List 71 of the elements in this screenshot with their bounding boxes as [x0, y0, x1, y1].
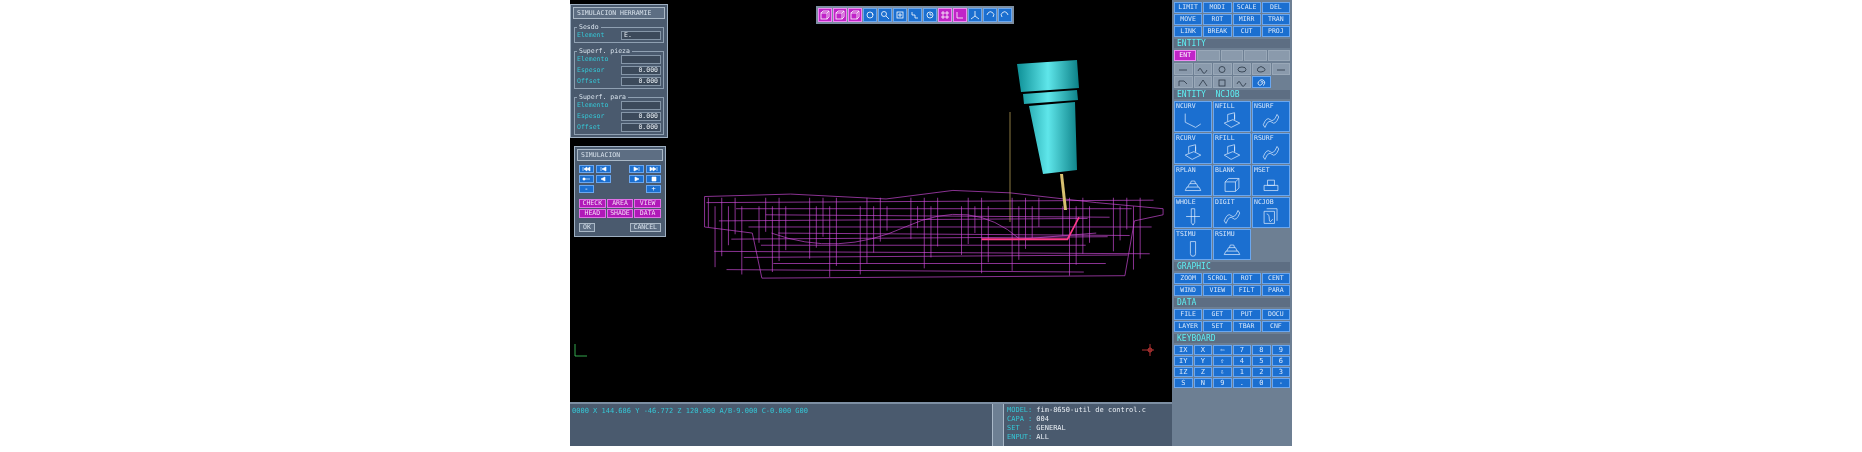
- transport-button[interactable]: [646, 175, 661, 183]
- transport-button[interactable]: [579, 175, 594, 183]
- section-header: ENTITY: [1174, 39, 1290, 48]
- entity-type-button[interactable]: [1252, 76, 1271, 88]
- section-header: GRAPHIC: [1174, 262, 1290, 271]
- skip-back-icon: [581, 166, 591, 172]
- entity-type-button[interactable]: [1213, 76, 1232, 88]
- toolbar-button[interactable]: [908, 8, 922, 22]
- section-header: KEYBOARD: [1174, 334, 1290, 343]
- toolbar-button[interactable]: [833, 8, 847, 22]
- scrollbar[interactable]: [992, 404, 1004, 446]
- entity-type-button[interactable]: [1271, 63, 1290, 75]
- entity-type-button[interactable]: [1193, 76, 1212, 88]
- spiral-icon: [1255, 77, 1268, 87]
- rotate-icon: [865, 10, 875, 20]
- ellipse-icon: [1235, 64, 1248, 74]
- axes-icon: [970, 10, 980, 20]
- toolbar-button[interactable]: [998, 8, 1012, 22]
- square-icon: [1216, 77, 1229, 87]
- stop-icon: [649, 176, 659, 182]
- entity-type-button[interactable]: [1232, 76, 1251, 88]
- toolbar-button[interactable]: [818, 8, 832, 22]
- toolbar-button[interactable]: [848, 8, 862, 22]
- pan-icon: [910, 10, 920, 20]
- cube-icon: [835, 10, 845, 20]
- refresh-icon: [925, 10, 935, 20]
- play-icon: [632, 176, 642, 182]
- reverse-icon: [598, 176, 608, 182]
- section-header: ENTITY NCJOB: [1174, 90, 1290, 99]
- zoom-icon: [880, 10, 890, 20]
- filter-button[interactable]: [1220, 50, 1244, 61]
- entity-type-button[interactable]: [1252, 63, 1271, 75]
- toolbar-button[interactable]: [938, 8, 952, 22]
- toolbar-button[interactable]: [893, 8, 907, 22]
- cube-icon: [820, 10, 830, 20]
- toolbar-button[interactable]: [983, 8, 997, 22]
- transport-button[interactable]: [595, 175, 611, 183]
- entity-type-button[interactable]: [1232, 63, 1251, 75]
- axis-icon: [1140, 342, 1156, 358]
- fit-icon: [895, 10, 905, 20]
- grid-icon: [940, 10, 950, 20]
- entity-type-button[interactable]: [1174, 63, 1193, 75]
- entity-type-button[interactable]: [1193, 63, 1212, 75]
- toolbar-button[interactable]: [968, 8, 982, 22]
- toolbar-button[interactable]: [953, 8, 967, 22]
- input-field[interactable]: [621, 101, 661, 110]
- step-back-icon: [598, 166, 608, 172]
- transport-button[interactable]: [579, 165, 594, 173]
- skip-forward-icon: [649, 166, 659, 172]
- transport-button[interactable]: [595, 165, 611, 173]
- blob-icon: [1255, 64, 1268, 74]
- step-forward-icon: [632, 166, 642, 172]
- toolbar-button[interactable]: [878, 8, 892, 22]
- transport-button[interactable]: [629, 175, 645, 183]
- entity-type-button[interactable]: [1174, 76, 1193, 88]
- circle-icon: [1216, 64, 1229, 74]
- transport-button[interactable]: [646, 165, 661, 173]
- toolbar-button[interactable]: [923, 8, 937, 22]
- section-header: DATA: [1174, 298, 1290, 307]
- key-icon: [581, 176, 591, 182]
- transport-button[interactable]: [629, 165, 645, 173]
- toolbar-button[interactable]: [863, 8, 877, 22]
- cube-icon: [850, 10, 860, 20]
- input-field[interactable]: [621, 55, 661, 64]
- filter-button[interactable]: [1267, 50, 1290, 61]
- redo-icon: [1000, 10, 1010, 20]
- axis-icon: [572, 342, 588, 358]
- entity-type-button[interactable]: [1213, 63, 1232, 75]
- corner-icon: [955, 10, 965, 20]
- polyline-icon: [1177, 77, 1190, 87]
- undo-icon: [985, 10, 995, 20]
